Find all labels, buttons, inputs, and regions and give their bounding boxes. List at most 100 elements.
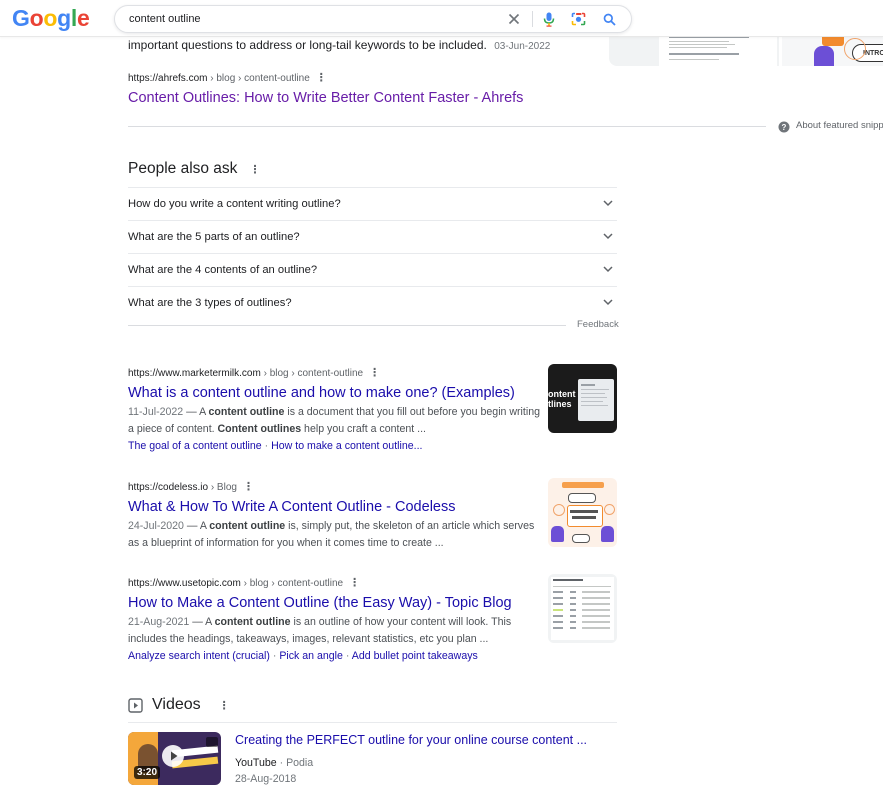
result-domain: https://www.usetopic.com bbox=[128, 578, 241, 589]
result-date: 11-Jul-2022 bbox=[128, 406, 184, 418]
result-path: › Blog bbox=[208, 482, 237, 493]
search-icon[interactable] bbox=[600, 10, 618, 28]
result-url[interactable]: https://codeless.io › Blog ⋮ bbox=[128, 480, 254, 493]
play-button[interactable] bbox=[162, 745, 184, 767]
snippet-text: as a blueprint of information for you wh… bbox=[128, 536, 444, 549]
result-title-link[interactable]: What & How To Write A Content Outline - … bbox=[128, 498, 455, 517]
about-featured-snippets-link[interactable]: About featured snippe bbox=[796, 120, 883, 131]
snippet-highlight: content outline bbox=[208, 406, 285, 418]
result-snippet: 21-Aug-2021 — A content outline is an ou… bbox=[128, 614, 538, 647]
paa-question-row[interactable]: What are the 4 contents of an outline? bbox=[128, 253, 617, 286]
snippet-highlight: content outline bbox=[214, 616, 291, 628]
snippet-text: — A bbox=[183, 406, 209, 418]
sitelink[interactable]: Add bullet point takeaways bbox=[352, 650, 478, 662]
snippet-text: — A bbox=[183, 520, 210, 532]
result-path: › blog › content-outline bbox=[240, 578, 344, 589]
logo-letter: g bbox=[57, 5, 71, 31]
people-also-ask-heading: People also ask ⋮ bbox=[128, 160, 260, 178]
featured-snippet-image[interactable] bbox=[609, 34, 779, 66]
paa-question-text: What are the 3 types of outlines? bbox=[128, 297, 292, 309]
videos-heading: Videos ⋮ bbox=[152, 696, 230, 714]
svg-text:?: ? bbox=[782, 123, 787, 132]
snippet-text: a piece of content. bbox=[128, 422, 218, 435]
videos-label: Videos bbox=[152, 696, 201, 713]
result-title-link[interactable]: How to Make a Content Outline (the Easy … bbox=[128, 594, 512, 613]
snippet-text: is, simply put, the skeleton of an artic… bbox=[285, 520, 535, 532]
feedback-link[interactable]: Feedback bbox=[577, 319, 619, 330]
chevron-down-icon bbox=[603, 299, 613, 306]
result-url[interactable]: https://www.marketermilk.com › blog › co… bbox=[128, 366, 380, 379]
more-options-icon[interactable]: ⋮ bbox=[369, 366, 380, 379]
sitelink[interactable]: How to make a content outline... bbox=[271, 440, 422, 452]
more-options-icon[interactable]: ⋮ bbox=[243, 480, 254, 493]
google-logo[interactable]: Google bbox=[12, 5, 90, 32]
result-thumbnail[interactable] bbox=[548, 478, 617, 547]
paa-divider bbox=[128, 325, 566, 326]
logo-letter: o bbox=[29, 5, 44, 31]
paa-question-row[interactable]: What are the 5 parts of an outline? bbox=[128, 220, 617, 253]
video-duration: 3:20 bbox=[134, 766, 161, 779]
chevron-down-icon bbox=[603, 200, 613, 207]
video-play-icon bbox=[128, 698, 143, 713]
result-thumbnail[interactable] bbox=[548, 574, 617, 643]
search-box bbox=[114, 5, 632, 33]
chevron-down-icon bbox=[603, 233, 613, 240]
search-header: Google bbox=[0, 0, 883, 37]
result-title-link[interactable]: What is a content outline and how to mak… bbox=[128, 384, 515, 403]
video-channel: Podia bbox=[286, 757, 314, 769]
featured-snippet-image-2[interactable]: INTRO bbox=[782, 34, 883, 66]
result-snippet: 11-Jul-2022 — A content outline is a doc… bbox=[128, 404, 540, 437]
result-url[interactable]: https://www.usetopic.com › blog › conten… bbox=[128, 576, 360, 589]
clear-icon[interactable] bbox=[505, 10, 523, 28]
microphone-icon[interactable] bbox=[540, 10, 558, 28]
snippet-highlight: content outline bbox=[209, 520, 286, 532]
sitelink[interactable]: Pick an angle bbox=[279, 650, 343, 662]
paa-question-row[interactable]: How do you write a content writing outli… bbox=[128, 187, 617, 220]
more-options-icon[interactable]: ⋮ bbox=[249, 163, 260, 176]
result-url[interactable]: https://ahrefs.com › blog › content-outl… bbox=[128, 71, 327, 84]
result-sitelinks: The goal of a content outline · How to m… bbox=[128, 440, 423, 452]
help-circle-icon[interactable]: ? bbox=[778, 120, 790, 133]
search-input[interactable] bbox=[129, 10, 489, 27]
result-date: 24-Jul-2020 bbox=[128, 520, 184, 532]
result-sitelinks: Analyze search intent (crucial) · Pick a… bbox=[128, 650, 478, 662]
video-platform: YouTube bbox=[235, 757, 277, 769]
result-domain: https://www.marketermilk.com bbox=[128, 368, 261, 379]
snippet-text: — A bbox=[189, 616, 215, 628]
sitelink[interactable]: The goal of a content outline bbox=[128, 440, 262, 452]
featured-snippet-date: 03-Jun-2022 bbox=[494, 41, 551, 52]
featured-snippet-text: important questions to address or long-t… bbox=[128, 37, 588, 55]
thumbnail-text: ontent tlines bbox=[548, 389, 576, 409]
more-options-icon[interactable]: ⋮ bbox=[316, 71, 327, 84]
video-thumbnail[interactable]: 3:20 bbox=[128, 732, 221, 785]
paa-question-text: How do you write a content writing outli… bbox=[128, 198, 341, 210]
result-thumbnail[interactable]: ontent tlines bbox=[548, 364, 617, 433]
camera-lens-icon[interactable] bbox=[569, 10, 587, 28]
result-snippet: 24-Jul-2020 — A content outline is, simp… bbox=[128, 518, 538, 551]
logo-letter: G bbox=[12, 5, 30, 31]
more-options-icon[interactable]: ⋮ bbox=[349, 576, 360, 589]
featured-snippet-tail: important questions to address or long-t… bbox=[128, 38, 487, 52]
snippet-text: help you craft a content ... bbox=[301, 422, 426, 435]
watch-later-icon[interactable] bbox=[206, 737, 218, 747]
result-path: › blog › content-outline bbox=[260, 368, 364, 379]
result-path: › blog › content-outline bbox=[207, 73, 310, 84]
video-source: YouTube · Podia bbox=[235, 757, 314, 769]
result-domain: https://codeless.io bbox=[128, 482, 209, 493]
snippet-text: is a document that you fill out before y… bbox=[284, 406, 540, 418]
video-title-link[interactable]: Creating the PERFECT outline for your on… bbox=[235, 733, 587, 747]
snippet-highlight: Content outlines bbox=[217, 422, 302, 435]
result-title-link[interactable]: Content Outlines: How to Write Better Co… bbox=[128, 89, 523, 108]
sitelink[interactable]: Analyze search intent (crucial) bbox=[128, 650, 270, 662]
featured-snippet-divider bbox=[128, 126, 766, 127]
paa-question-row[interactable]: What are the 3 types of outlines? bbox=[128, 286, 617, 319]
more-options-icon[interactable]: ⋮ bbox=[219, 699, 230, 712]
logo-letter: e bbox=[76, 5, 90, 31]
video-date: 28-Aug-2018 bbox=[235, 773, 297, 785]
snippet-text: is an outline of how your content will l… bbox=[290, 616, 512, 628]
search-box-divider bbox=[532, 11, 533, 27]
logo-letter: o bbox=[43, 5, 58, 31]
result-domain: https://ahrefs.com bbox=[128, 73, 208, 84]
result-date: 21-Aug-2021 bbox=[128, 616, 190, 628]
paa-question-text: What are the 4 contents of an outline? bbox=[128, 264, 318, 276]
